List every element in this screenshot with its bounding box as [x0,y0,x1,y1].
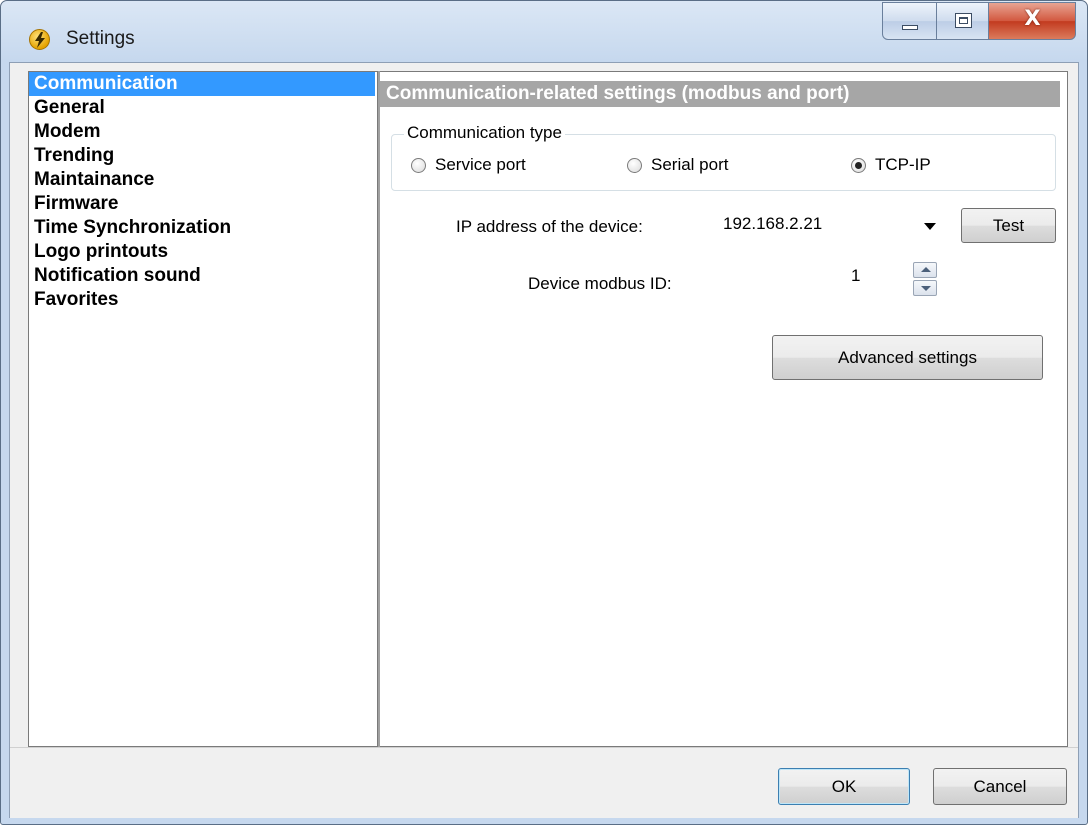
lightning-bolt-icon [29,29,50,50]
maximize-button[interactable] [937,2,989,40]
spin-down-button[interactable] [913,280,937,296]
spinner-buttons [913,262,937,296]
arrow-up-icon [921,267,931,272]
settings-category-list[interactable]: Communication General Modem Trending Mai… [28,71,378,747]
group-legend: Communication type [404,123,565,143]
test-button[interactable]: Test [961,208,1056,243]
cancel-button[interactable]: Cancel [933,768,1067,805]
category-maintainance[interactable]: Maintainance [29,168,377,192]
modbus-id-label: Device modbus ID: [528,274,672,293]
minimize-button[interactable] [882,2,937,40]
dialog-client-area: Communication General Modem Trending Mai… [9,62,1079,818]
radio-service-port[interactable]: Service port [411,155,526,175]
close-icon: X [1024,6,1041,30]
radio-button-icon [411,157,426,173]
category-favorites[interactable]: Favorites [29,288,377,312]
modbus-id-spinner[interactable]: 1 [843,260,947,298]
radio-tcp-ip[interactable]: TCP-IP [851,155,931,175]
dialog-button-bar: OK Cancel [10,747,1078,818]
ip-address-combobox[interactable]: 192.168.2.21 [715,205,955,245]
radio-button-icon [627,157,642,173]
close-button[interactable]: X [989,2,1076,40]
communication-type-group: Communication type Service port Serial p… [391,123,1056,191]
category-time-synchronization[interactable]: Time Synchronization [29,216,377,240]
ip-address-label: IP address of the device: [456,217,643,236]
category-logo-printouts[interactable]: Logo printouts [29,240,377,264]
category-modem[interactable]: Modem [29,120,377,144]
caption-buttons: X [882,2,1076,42]
category-general[interactable]: General [29,96,377,120]
radio-label: Service port [435,155,526,174]
maximize-icon [955,13,972,28]
ok-button[interactable]: OK [778,768,910,805]
settings-window: Settings X Communication General Modem T… [0,0,1088,825]
minimize-icon [902,25,918,30]
spin-up-button[interactable] [913,262,937,278]
section-header: Communication-related settings (modbus a… [380,81,1060,107]
ip-address-value: 192.168.2.21 [723,214,823,233]
settings-panel: Communication-related settings (modbus a… [380,71,1068,747]
radio-label: Serial port [651,155,729,174]
category-trending[interactable]: Trending [29,144,377,168]
arrow-down-icon [921,286,931,291]
radio-button-checked-icon [851,157,866,173]
category-communication[interactable]: Communication [29,72,375,96]
radio-serial-port[interactable]: Serial port [627,155,728,175]
title-bar[interactable]: Settings X [1,1,1087,63]
category-notification-sound[interactable]: Notification sound [29,264,377,288]
modbus-id-value: 1 [851,266,861,285]
category-firmware[interactable]: Firmware [29,192,377,216]
advanced-settings-button[interactable]: Advanced settings [772,335,1043,380]
chevron-down-icon[interactable] [924,223,936,230]
window-title: Settings [66,28,135,49]
radio-label: TCP-IP [875,155,931,174]
